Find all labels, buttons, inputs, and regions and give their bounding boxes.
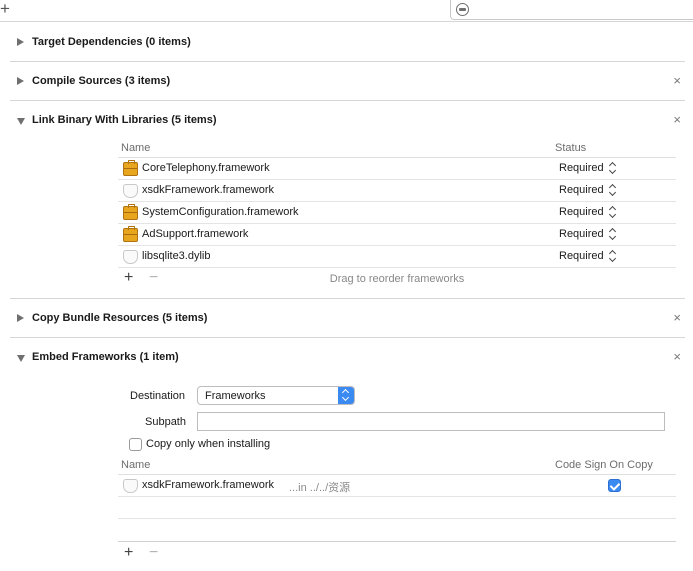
column-header-name[interactable]: Name bbox=[121, 459, 150, 471]
disclosure-collapsed-icon[interactable] bbox=[17, 38, 24, 46]
status-popup-arrows-icon[interactable] bbox=[609, 184, 617, 197]
list-bottom-divider bbox=[118, 541, 676, 542]
library-name: xsdkFramework.framework bbox=[142, 184, 275, 196]
close-icon[interactable]: × bbox=[673, 311, 681, 324]
close-icon[interactable]: × bbox=[673, 350, 681, 363]
library-row[interactable]: CoreTelephony.framework Required bbox=[118, 158, 676, 180]
phase-link-binary[interactable]: Link Binary With Libraries (5 items) × bbox=[10, 102, 685, 140]
status-value[interactable]: Required bbox=[559, 206, 604, 218]
destination-popup[interactable]: Frameworks bbox=[197, 386, 355, 405]
phase-title: Compile Sources (3 items) bbox=[32, 75, 171, 87]
codesign-checkbox[interactable] bbox=[608, 479, 621, 492]
toolbox-icon bbox=[123, 204, 138, 220]
filter-field[interactable] bbox=[450, 0, 693, 20]
destination-value: Frameworks bbox=[205, 390, 266, 402]
disclosure-expanded-icon[interactable] bbox=[17, 355, 25, 362]
embed-row[interactable]: xsdkFramework.framework ...in ../../资源 bbox=[118, 475, 676, 497]
disclosure-expanded-icon[interactable] bbox=[17, 118, 25, 125]
framework-path: ...in ../../资源 bbox=[289, 482, 351, 494]
library-row[interactable]: libsqlite3.dylib Required bbox=[118, 246, 676, 268]
phase-title: Embed Frameworks (1 item) bbox=[32, 351, 179, 363]
close-icon[interactable]: × bbox=[673, 74, 681, 87]
add-build-phase-button[interactable]: + bbox=[0, 0, 14, 20]
column-header-status[interactable]: Status bbox=[555, 142, 586, 154]
library-name: CoreTelephony.framework bbox=[142, 162, 270, 174]
subpath-label: Subpath bbox=[145, 416, 186, 428]
status-popup-arrows-icon[interactable] bbox=[609, 228, 617, 241]
status-value[interactable]: Required bbox=[559, 250, 604, 262]
status-popup-arrows-icon[interactable] bbox=[609, 250, 617, 263]
embed-list-toolbar: + − bbox=[118, 543, 676, 567]
toolbox-icon bbox=[123, 226, 138, 242]
phase-compile-sources[interactable]: Compile Sources (3 items) × bbox=[10, 63, 685, 101]
disclosure-collapsed-icon[interactable] bbox=[17, 77, 24, 85]
filter-icon bbox=[456, 3, 469, 16]
framework-shield-icon bbox=[123, 250, 138, 264]
close-icon[interactable]: × bbox=[673, 113, 681, 126]
empty-row bbox=[118, 497, 676, 519]
column-header-codesign[interactable]: Code Sign On Copy bbox=[555, 459, 653, 471]
phase-copy-bundle-resources[interactable]: Copy Bundle Resources (5 items) × bbox=[10, 300, 685, 338]
copy-only-checkbox[interactable] bbox=[129, 438, 142, 451]
status-value[interactable]: Required bbox=[559, 228, 604, 240]
status-popup-arrows-icon[interactable] bbox=[609, 162, 617, 175]
library-row[interactable]: xsdkFramework.framework Required bbox=[118, 180, 676, 202]
library-name: AdSupport.framework bbox=[142, 228, 249, 240]
phase-separator bbox=[10, 298, 685, 299]
drag-hint: Drag to reorder frameworks bbox=[329, 273, 465, 285]
library-row[interactable]: AdSupport.framework Required bbox=[118, 224, 676, 246]
status-value[interactable]: Required bbox=[559, 184, 604, 196]
add-embed-button[interactable]: + bbox=[124, 545, 133, 561]
popup-arrows-icon bbox=[338, 387, 354, 404]
subpath-input[interactable] bbox=[197, 412, 665, 431]
framework-shield-icon bbox=[123, 479, 138, 493]
library-list-toolbar: + − Drag to reorder frameworks bbox=[118, 268, 676, 292]
library-row[interactable]: SystemConfiguration.framework Required bbox=[118, 202, 676, 224]
phase-target-dependencies[interactable]: Target Dependencies (0 items) bbox=[10, 24, 685, 62]
status-value[interactable]: Required bbox=[559, 162, 604, 174]
remove-embed-button[interactable]: − bbox=[149, 545, 158, 561]
copy-only-label[interactable]: Copy only when installing bbox=[146, 438, 270, 450]
phase-title: Target Dependencies (0 items) bbox=[32, 36, 191, 48]
top-toolbar: + bbox=[0, 0, 693, 22]
phase-embed-frameworks[interactable]: Embed Frameworks (1 item) × bbox=[10, 339, 685, 377]
library-name: libsqlite3.dylib bbox=[142, 250, 211, 262]
toolbox-icon bbox=[123, 160, 138, 176]
destination-label: Destination bbox=[130, 390, 186, 402]
library-name: SystemConfiguration.framework bbox=[142, 206, 299, 218]
column-header-name[interactable]: Name bbox=[121, 142, 150, 154]
disclosure-collapsed-icon[interactable] bbox=[17, 314, 24, 322]
status-popup-arrows-icon[interactable] bbox=[609, 206, 617, 219]
framework-name: xsdkFramework.framework bbox=[142, 479, 275, 491]
phase-title: Link Binary With Libraries (5 items) bbox=[32, 114, 217, 126]
framework-shield-icon bbox=[123, 184, 138, 198]
phase-title: Copy Bundle Resources (5 items) bbox=[32, 312, 208, 324]
